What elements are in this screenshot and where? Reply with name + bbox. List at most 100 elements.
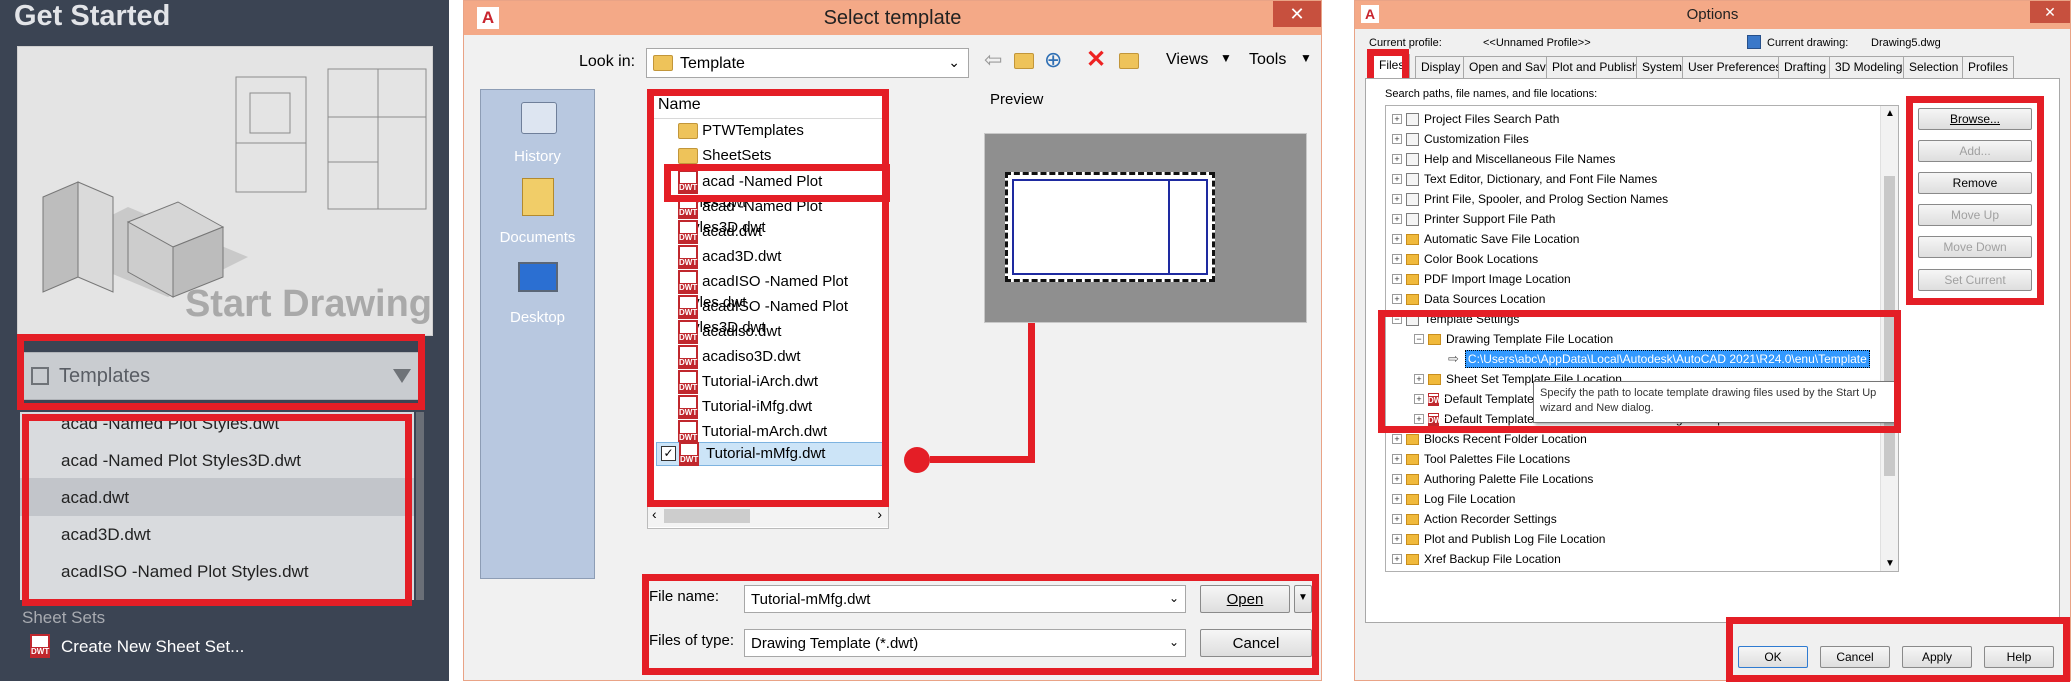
expand-icon: + xyxy=(1392,254,1402,264)
folder-icon xyxy=(653,55,673,71)
options-title-bar: A Options ✕ xyxy=(1355,1,2070,29)
chevron-down-icon: ⌄ xyxy=(948,54,960,70)
scroll-left-icon[interactable]: ‹ xyxy=(652,506,657,522)
current-drawing-label: Current drawing: xyxy=(1767,37,1849,49)
path-icon xyxy=(1406,212,1419,226)
tab-profiles[interactable]: Profiles xyxy=(1962,56,2015,78)
preview-sheet xyxy=(1005,172,1215,282)
look-in-dropdown[interactable]: Template ⌄ xyxy=(646,48,969,78)
file-highlight xyxy=(664,164,890,202)
search-paths-label: Search paths, file names, and file locat… xyxy=(1385,88,1598,100)
documents-icon[interactable] xyxy=(522,178,554,216)
file-name-highlight xyxy=(642,574,1319,675)
folder-icon xyxy=(1406,513,1419,525)
scroll-down-icon[interactable]: ▼ xyxy=(1885,558,1895,569)
current-drawing-value: Drawing5.dwg xyxy=(1871,37,1941,49)
tree-item[interactable]: + Data Sources Location xyxy=(1392,289,1545,309)
tab-drafting[interactable]: Drafting xyxy=(1778,56,1833,78)
start-drawing-area[interactable]: Start Drawing xyxy=(17,46,433,336)
tree-item[interactable]: + Xref Backup File Location xyxy=(1392,549,1561,569)
tree-item[interactable]: + Text Editor, Dictionary, and Font File … xyxy=(1392,169,1657,189)
places-desktop[interactable]: Desktop xyxy=(481,309,594,326)
title-bar: A Select template ✕ xyxy=(464,1,1321,35)
selection-dot xyxy=(904,447,930,473)
selection-line xyxy=(930,456,1035,463)
back-icon[interactable]: ⇦ xyxy=(984,47,1002,73)
expand-icon: + xyxy=(1392,454,1402,464)
tree-item[interactable]: + Log File Location xyxy=(1392,489,1515,509)
expand-icon: + xyxy=(1392,214,1402,224)
tree-label: Print File, Spooler, and Prolog Section … xyxy=(1424,192,1669,206)
tree-item[interactable]: + Plot and Publish Log File Location xyxy=(1392,529,1605,549)
places-sidebar: History Documents Desktop xyxy=(480,89,595,579)
places-history[interactable]: History xyxy=(481,148,594,165)
tree-label: Text Editor, Dictionary, and Font File N… xyxy=(1424,172,1658,186)
tab-display[interactable]: Display xyxy=(1415,56,1467,78)
tree-item[interactable]: + Customization Files xyxy=(1392,129,1529,149)
template-list-highlight xyxy=(22,414,412,606)
views-menu[interactable]: Views xyxy=(1166,51,1208,69)
tools-chevron-down-icon[interactable]: ▼ xyxy=(1300,51,1312,65)
close-icon[interactable]: ✕ xyxy=(2030,1,2070,23)
tree-label: Automatic Save File Location xyxy=(1424,232,1580,246)
dst-file-icon xyxy=(30,634,50,658)
tree-item[interactable]: + Tool Palettes File Locations xyxy=(1392,449,1570,469)
templates-highlight xyxy=(17,334,425,410)
tab-user-preferences[interactable]: User Preferences xyxy=(1682,56,1788,78)
search-web-icon[interactable]: ⊕ xyxy=(1044,47,1062,73)
look-in-label: Look in: xyxy=(579,53,636,70)
expand-icon: + xyxy=(1392,554,1402,564)
tree-label: Authoring Palette File Locations xyxy=(1424,472,1594,486)
preview-pane xyxy=(984,133,1307,323)
options-title: Options xyxy=(1686,6,1739,23)
expand-icon: + xyxy=(1392,194,1402,204)
tree-item[interactable]: + Printer Support File Path xyxy=(1392,209,1555,229)
select-template-dialog: A Select template ✕ Look in: Template ⌄ … xyxy=(463,0,1322,681)
horizontal-scrollbar[interactable]: ‹ › xyxy=(648,505,888,527)
look-in-value: Template xyxy=(680,55,745,72)
expand-icon: + xyxy=(1392,494,1402,504)
tab-selection[interactable]: Selection xyxy=(1903,56,1965,78)
current-profile-label: Current profile: xyxy=(1369,37,1442,49)
tree-label: Data Sources Location xyxy=(1424,292,1546,306)
tree-item[interactable]: + Help and Miscellaneous File Names xyxy=(1392,149,1615,169)
side-buttons-highlight xyxy=(1906,96,2044,305)
views-chevron-down-icon[interactable]: ▼ xyxy=(1220,51,1232,65)
tree-label: Blocks Recent Folder Location xyxy=(1424,432,1587,446)
tree-label: PDF Import Image Location xyxy=(1424,272,1571,286)
new-folder-icon[interactable] xyxy=(1119,53,1139,69)
folder-icon xyxy=(1406,533,1419,545)
delete-icon[interactable]: ✕ xyxy=(1086,45,1106,74)
tab-3d-modeling[interactable]: 3D Modeling xyxy=(1829,56,1909,78)
desktop-icon[interactable] xyxy=(518,262,558,292)
tree-item[interactable]: + Print File, Spooler, and Prolog Section… xyxy=(1392,189,1668,209)
tree-label: Customization Files xyxy=(1424,132,1529,146)
scroll-thumb[interactable] xyxy=(664,509,750,523)
tree-item[interactable]: + Action Recorder Settings xyxy=(1392,509,1557,529)
selection-line-vertical xyxy=(1028,299,1035,463)
expand-icon: + xyxy=(1392,434,1402,444)
tab-open-and-save[interactable]: Open and Save xyxy=(1463,56,1559,78)
places-documents[interactable]: Documents xyxy=(481,229,594,246)
up-folder-icon[interactable] xyxy=(1014,53,1034,69)
tree-item[interactable]: + Project Files Search Path xyxy=(1392,109,1559,129)
tree-label: Help and Miscellaneous File Names xyxy=(1424,152,1616,166)
create-sheet-set-link[interactable]: Create New Sheet Set... xyxy=(61,637,244,657)
tree-item[interactable]: + Authoring Palette File Locations xyxy=(1392,469,1593,489)
history-icon[interactable] xyxy=(521,102,557,134)
tree-item[interactable]: + Color Book Locations xyxy=(1392,249,1538,269)
tab-plot-and-publish[interactable]: Plot and Publish xyxy=(1546,56,1645,78)
tools-menu[interactable]: Tools xyxy=(1249,51,1286,69)
scroll-up-icon[interactable]: ▲ xyxy=(1885,108,1895,119)
start-drawing-label[interactable]: Start Drawing xyxy=(185,283,432,326)
tab-system[interactable]: System xyxy=(1636,56,1689,78)
close-icon[interactable]: ✕ xyxy=(1273,1,1321,27)
folder-icon xyxy=(1406,553,1419,565)
tree-label: Log File Location xyxy=(1424,492,1516,506)
expand-icon: + xyxy=(1392,234,1402,244)
templates-scrollbar[interactable] xyxy=(416,412,424,600)
tree-item[interactable]: + PDF Import Image Location xyxy=(1392,269,1571,289)
tree-item[interactable]: + Automatic Save File Location xyxy=(1392,229,1579,249)
scroll-right-icon[interactable]: › xyxy=(877,506,882,522)
folder-icon xyxy=(1406,453,1419,465)
